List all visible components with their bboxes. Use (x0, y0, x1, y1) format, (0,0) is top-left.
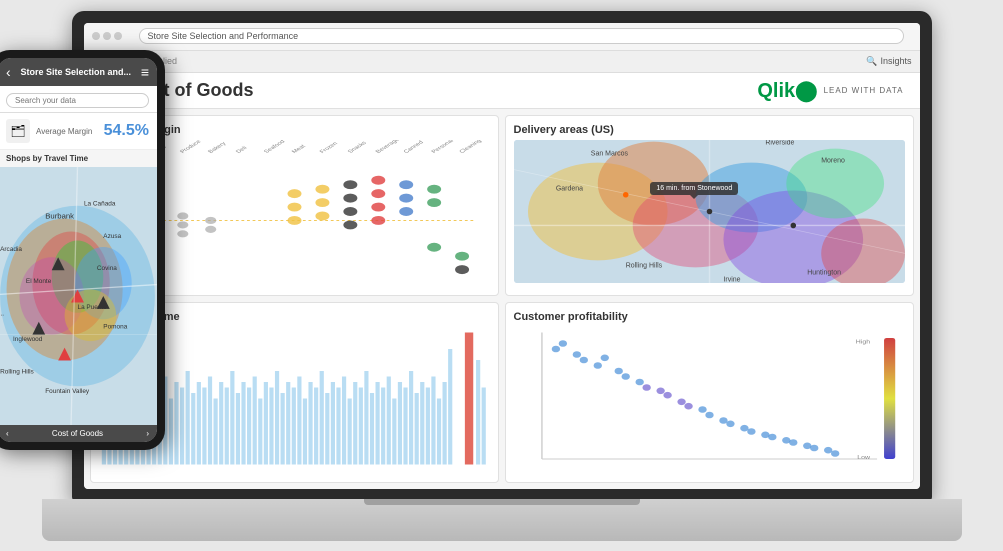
svg-text:Fountain Valley: Fountain Valley (45, 388, 90, 395)
browser-address-bar: Store Site Selection and Performance (139, 28, 904, 44)
svg-text:El Monte: El Monte (26, 278, 52, 285)
dashboard: Average Margin Organic Dairy Produce Bak… (84, 109, 920, 489)
laptop-base (42, 499, 962, 541)
svg-text:Seafood: Seafood (263, 140, 286, 154)
svg-text:High: High (855, 339, 870, 345)
svg-text:Personal: Personal (430, 140, 455, 154)
svg-text:Rolling Hills: Rolling Hills (625, 262, 662, 269)
mobile-footer-title: Cost of Goods (52, 429, 103, 438)
laptop-bezel: Store Site Selection and Performance No … (72, 11, 932, 501)
delivery-areas-card: Delivery areas (US) (505, 115, 914, 296)
svg-text:Riverside: Riverside (765, 140, 794, 146)
svg-text:Pomona: Pomona (103, 323, 127, 330)
laptop-screen: Store Site Selection and Performance No … (84, 23, 920, 489)
svg-text:Moreno: Moreno (821, 157, 845, 164)
mobile-map: Burbank La Cañada Arcadia Azusa El Monte… (0, 167, 157, 425)
address-text: Store Site Selection and Performance (148, 31, 299, 41)
svg-text:La Cañada: La Cañada (84, 201, 116, 208)
svg-text:Produce: Produce (179, 140, 202, 154)
svg-text:Burbank: Burbank (45, 212, 74, 221)
insights-label: Insights (880, 56, 911, 66)
insights-btn[interactable]: 🔍 Insights (866, 56, 911, 67)
mobile-footer: ‹ Cost of Goods › (0, 425, 157, 442)
insights-icon: 🔍 (866, 56, 877, 67)
svg-text:Frozen: Frozen (319, 141, 339, 154)
mobile-search-bar (0, 86, 157, 113)
svg-text:Is...: Is... (0, 310, 4, 317)
mobile-map-section-title: Shops by Travel Time (0, 150, 157, 167)
svg-text:Inglewood: Inglewood (13, 336, 43, 343)
svg-text:Arcadia: Arcadia (0, 246, 22, 253)
svg-text:Meat: Meat (291, 144, 307, 154)
svg-text:Huntington: Huntington (807, 269, 841, 276)
mobile-phone: ‹ Store Site Selection and... ≡ 🗂 Averag… (0, 50, 165, 450)
mobile-avg-margin-row: 🗂 Average Margin 54.5% (0, 113, 157, 150)
qlik-toolbar: No selections applied 🔍 Insights (84, 51, 920, 73)
profit-chart: High Low (514, 327, 905, 470)
mobile-avg-value: 54.5% (104, 122, 149, 140)
mobile-footer-next[interactable]: › (146, 429, 149, 438)
mobile-screen: ‹ Store Site Selection and... ≡ 🗂 Averag… (0, 58, 157, 442)
svg-text:Bakery: Bakery (207, 141, 227, 154)
selection-text: No selections applied (92, 56, 861, 66)
mobile-menu-icon[interactable]: ≡ (141, 64, 149, 80)
map-tooltip: 16 min. from Stonewood (650, 182, 738, 195)
svg-text:Azusa: Azusa (103, 233, 121, 240)
laptop: Store Site Selection and Performance No … (42, 11, 962, 541)
delivery-map: San Marcos Corona Riverside Moreno Garde… (514, 140, 905, 283)
delivery-areas-title: Delivery areas (US) (514, 124, 905, 136)
qlik-logo: Qlik⬤ (757, 78, 817, 103)
mobile-app-title: Store Site Selection and... (20, 67, 131, 77)
svg-text:Deli: Deli (235, 145, 249, 154)
header-right: Qlik⬤ LEAD WITH DATA (757, 78, 903, 103)
svg-text:Rolling Hills: Rolling Hills (0, 368, 34, 375)
browser-chrome: Store Site Selection and Performance (84, 23, 920, 51)
mobile-back-btn[interactable]: ‹ (6, 64, 11, 80)
qlik-header: 📊 Cost of Goods Qlik⬤ LEAD WITH DATA (84, 73, 920, 109)
svg-text:San Marcos: San Marcos (590, 150, 628, 157)
customer-profit-title: Customer profitability (514, 311, 905, 323)
svg-text:Irvine: Irvine (723, 276, 740, 283)
mobile-header: ‹ Store Site Selection and... ≡ (0, 58, 157, 86)
mobile-avg-label: Average Margin (36, 127, 92, 136)
mobile-search-input[interactable] (6, 93, 149, 108)
qlik-text: Qlik (757, 80, 795, 102)
svg-text:Gardena: Gardena (555, 185, 582, 192)
browser-dots (92, 27, 125, 45)
svg-text:Corona: Corona (681, 140, 704, 141)
svg-text:Snacks: Snacks (346, 140, 367, 154)
mobile-footer-prev[interactable]: ‹ (6, 429, 9, 438)
svg-text:Low: Low (857, 454, 870, 460)
mobile-avg-icon: 🗂 (6, 119, 30, 143)
customer-profit-card: Customer profitability (505, 302, 914, 483)
svg-text:Covina: Covina (97, 265, 117, 272)
svg-text:Cleaning: Cleaning (458, 140, 483, 154)
svg-text:Canned: Canned (402, 140, 424, 154)
svg-text:Beverage: Beverage (374, 140, 400, 154)
lead-with-data: LEAD WITH DATA (824, 86, 904, 95)
qlik-circle: ⬤ (795, 80, 817, 102)
